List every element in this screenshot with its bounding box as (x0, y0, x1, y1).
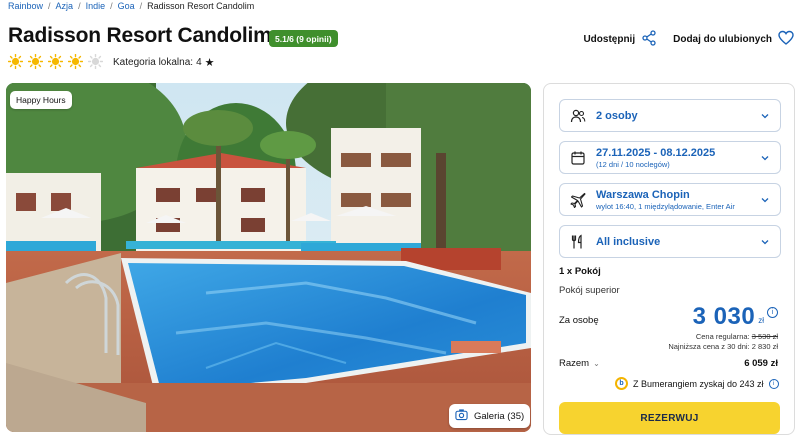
rating-badge[interactable]: 5.1/6 (9 opinii) (269, 30, 338, 47)
breadcrumb: Rainbow / Azja / Indie / Goa / Radisson … (8, 0, 254, 12)
people-icon (570, 108, 586, 124)
share-label: Udostępnij (583, 34, 636, 45)
breadcrumb-rainbow[interactable]: Rainbow (8, 1, 43, 11)
departure-select[interactable]: Warszawa Chopin wylot 16:40, 1 międzyląd… (559, 183, 781, 216)
breadcrumb-separator: / (48, 1, 51, 11)
favorite-button[interactable]: Dodaj do ulubionych (673, 30, 794, 49)
sun-filled-icon (28, 54, 43, 69)
camera-icon (455, 408, 468, 424)
happy-hours-tag: Happy Hours (10, 91, 72, 109)
share-icon (641, 30, 657, 49)
hotel-photo[interactable] (6, 83, 531, 432)
sun-filled-icon (68, 54, 83, 69)
breadcrumb-separator: / (110, 1, 113, 11)
dates-text: 27.11.2025 - 08.12.2025 (12 dni / 10 noc… (596, 147, 750, 169)
board-text: All inclusive (596, 236, 750, 248)
total-value: 6 059 zł (744, 358, 778, 369)
price-currency: zł (758, 316, 764, 325)
total-label: Razem (559, 358, 590, 369)
star-icon: ★ (204, 57, 215, 69)
dates-select[interactable]: 27.11.2025 - 08.12.2025 (12 dni / 10 noc… (559, 141, 781, 174)
price-main: 3 030 zł i (668, 303, 778, 331)
chevron-down-icon (760, 111, 770, 121)
airplane-icon (570, 192, 586, 208)
guests-select[interactable]: 2 osoby (559, 99, 781, 132)
cutlery-icon (570, 234, 586, 250)
regular-price-label: Cena regularna: (695, 332, 750, 341)
board-select[interactable]: All inclusive (559, 225, 781, 258)
bumerang-promo: b Z Bumerangiem zyskaj do 243 zł i (615, 377, 779, 390)
chevron-down-icon: ⌄ (593, 359, 600, 368)
room-quantity: 1 x Pokój (559, 266, 601, 277)
breadcrumb-current: Radisson Resort Candolim (147, 1, 255, 11)
total-toggle[interactable]: Razem ⌄ (559, 358, 600, 369)
breadcrumb-goa[interactable]: Goa (118, 1, 135, 11)
sun-filled-icon (8, 54, 23, 69)
bumerang-text: Z Bumerangiem zyskaj do 243 zł (633, 378, 764, 389)
calendar-icon (570, 150, 586, 166)
board-value: All inclusive (596, 235, 661, 248)
heart-icon (778, 30, 794, 49)
chevron-down-icon (760, 237, 770, 247)
dates-value: 27.11.2025 - 08.12.2025 (596, 146, 716, 159)
sun-empty-icon (88, 54, 103, 69)
reserve-button[interactable]: REZERWUJ (559, 402, 780, 434)
departure-value: Warszawa Chopin (596, 188, 690, 201)
guests-value: 2 osoby (596, 109, 638, 122)
dates-sub: (12 dni / 10 noclegów) (596, 159, 670, 169)
breadcrumb-separator: / (139, 1, 143, 11)
breadcrumb-indie[interactable]: Indie (86, 1, 106, 11)
gallery-label: Galeria (35) (474, 410, 525, 422)
local-category: Kategoria lokalna: 4 ★ (113, 56, 215, 69)
share-button[interactable]: Udostępnij (583, 30, 657, 49)
chevron-down-icon (760, 153, 770, 163)
sun-filled-icon (48, 54, 63, 69)
lowest-price-30-days: Najniższa cena z 30 dni: 2 830 zł (668, 342, 778, 351)
regular-price: Cena regularna: 3 530 zł (668, 332, 778, 341)
info-icon[interactable]: i (767, 307, 778, 318)
hotel-pool-image (6, 83, 531, 432)
room-type: Pokój superior (559, 285, 620, 296)
category-value: 4 (196, 57, 202, 68)
regular-price-value: 3 530 zł (751, 332, 778, 341)
guests-text: 2 osoby (596, 110, 750, 122)
price-box: 3 030 zł i Cena regularna: 3 530 zł Najn… (668, 303, 778, 351)
favorite-label: Dodaj do ulubionych (673, 34, 772, 45)
hotel-title: Radisson Resort Candolim (8, 24, 272, 47)
gallery-button[interactable]: Galeria (35) (449, 404, 531, 428)
breadcrumb-azja[interactable]: Azja (56, 1, 74, 11)
bumerang-logo-icon: b (615, 377, 628, 390)
per-person-label: Za osobę (559, 315, 599, 326)
info-icon[interactable]: i (768, 378, 779, 389)
price-amount: 3 030 (692, 303, 756, 330)
breadcrumb-separator: / (78, 1, 81, 11)
departure-sub: wylot 16:40, 1 międzylądowanie, Enter Ai… (596, 201, 735, 211)
chevron-down-icon (760, 195, 770, 205)
sun-rating (8, 54, 103, 69)
header-actions: Udostępnij Dodaj do ulubionych (583, 30, 794, 49)
category-label: Kategoria lokalna: (113, 57, 194, 68)
departure-text: Warszawa Chopin wylot 16:40, 1 międzyląd… (596, 189, 750, 211)
